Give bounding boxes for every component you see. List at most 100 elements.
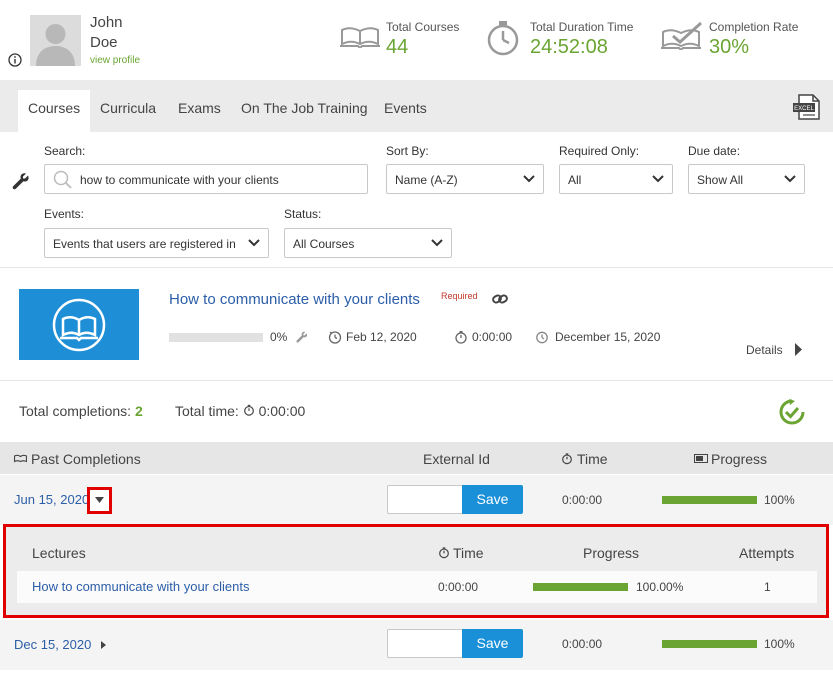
- stat-value: 44: [386, 36, 409, 58]
- external-id-input[interactable]: [387, 485, 463, 514]
- completion-progress-text: 100%: [764, 493, 795, 507]
- progress-header: Progress: [711, 451, 768, 467]
- search-input[interactable]: how to communicate with your clients: [44, 164, 368, 194]
- completion-date-link[interactable]: Jun 15, 2020: [14, 492, 89, 507]
- book-icon: [14, 454, 27, 463]
- link-icon[interactable]: [492, 293, 508, 308]
- book-icon: [340, 22, 380, 51]
- tabs-bar: Courses Curricula Exams On The Job Train…: [0, 80, 833, 132]
- details-link[interactable]: Details: [746, 343, 802, 357]
- course-card: How to communicate with your clients Req…: [0, 269, 833, 381]
- search-icon: [53, 170, 72, 189]
- course-duration: 0:00:00: [472, 330, 513, 344]
- events-label: Events:: [44, 207, 85, 221]
- svg-text:EXCEL: EXCEL: [794, 106, 814, 112]
- info-icon[interactable]: [8, 53, 22, 67]
- tab-events[interactable]: Events: [374, 90, 437, 132]
- due-date-label: Due date:: [688, 144, 741, 158]
- stopwatch-icon: [439, 547, 449, 559]
- total-completions: Total completions: 2: [19, 403, 143, 419]
- completion-progress-bar: [662, 640, 757, 648]
- refresh-check-icon[interactable]: [779, 399, 805, 428]
- past-completion-row: Dec 15, 2020 Save 0:00:00 100%: [0, 620, 833, 670]
- tab-on-the-job-training[interactable]: On The Job Training: [231, 90, 378, 132]
- lecture-title-link[interactable]: How to communicate with your clients: [32, 579, 249, 594]
- wrench-icon: [296, 331, 308, 343]
- tab-courses[interactable]: Courses: [18, 90, 91, 132]
- total-time-label: Total time:: [175, 403, 239, 419]
- completion-progress-bar: [662, 496, 757, 504]
- completions-summary: Total completions: 2 Total time: 0:00:00: [0, 381, 833, 441]
- due-date-select[interactable]: Show All: [688, 164, 805, 194]
- stopwatch-icon: [455, 331, 467, 344]
- course-thumbnail[interactable]: [19, 289, 139, 360]
- lecture-row: How to communicate with your clients 0:0…: [17, 571, 817, 603]
- search-label: Search:: [44, 144, 86, 158]
- details-label: Details: [746, 343, 783, 357]
- events-value: Events that users are registered in: [53, 237, 236, 251]
- caret-right-icon: [100, 641, 106, 649]
- view-profile-link[interactable]: view profile: [90, 55, 140, 66]
- course-title-link[interactable]: How to communicate with your clients: [169, 291, 420, 308]
- clock-icon: [328, 331, 342, 344]
- sort-label: Sort By:: [386, 144, 429, 158]
- open-book-icon: [52, 298, 106, 352]
- stat-value: 24:52:08: [530, 36, 608, 58]
- required-value: All: [568, 173, 582, 187]
- status-label: Status:: [284, 207, 322, 221]
- external-id-header: External Id: [423, 451, 490, 467]
- lecture-progress-bar: [533, 583, 628, 591]
- caret-down-icon: [95, 497, 104, 503]
- tab-curricula[interactable]: Curricula: [90, 90, 166, 132]
- excel-export-icon[interactable]: EXCEL: [793, 94, 821, 123]
- lectures-progress-header: Progress: [583, 545, 640, 561]
- wrench-icon[interactable]: [12, 172, 30, 193]
- external-id-input[interactable]: [387, 629, 463, 658]
- avatar: [30, 15, 81, 66]
- required-select[interactable]: All: [559, 164, 673, 194]
- stat-value: 30%: [709, 36, 750, 58]
- lecture-time: 0:00:00: [438, 580, 479, 594]
- completion-date: Dec 15, 2020: [14, 637, 92, 652]
- due-date-value: Show All: [697, 173, 744, 187]
- past-completions-header: Past Completions External Id Time Progre…: [0, 442, 833, 474]
- events-select[interactable]: Events that users are registered in: [44, 228, 269, 258]
- save-button[interactable]: Save: [462, 629, 523, 658]
- completion-time: 0:00:00: [562, 637, 603, 651]
- sort-value: Name (A-Z): [395, 173, 458, 187]
- lectures-panel: Lectures Time Progress Attempts How to c…: [3, 524, 829, 618]
- tab-exams[interactable]: Exams: [168, 90, 231, 132]
- status-value: All Courses: [293, 237, 355, 251]
- lectures-header: Lectures Time Progress Attempts: [17, 536, 817, 570]
- chevron-right-icon: [795, 343, 802, 356]
- chevron-down-icon: [652, 175, 664, 183]
- chevron-down-icon: [431, 239, 443, 247]
- book-check-icon: [661, 21, 703, 53]
- status-select[interactable]: All Courses: [284, 228, 452, 258]
- completion-time: 0:00:00: [562, 493, 603, 507]
- filters-panel: Search: how to communicate with your cli…: [0, 132, 833, 268]
- total-time: Total time: 0:00:00: [175, 403, 305, 419]
- lectures-title-header: Lectures: [32, 545, 86, 561]
- stopwatch-icon: [243, 404, 254, 416]
- past-completions-title: Past Completions: [31, 451, 141, 467]
- required-badge: Required: [441, 291, 478, 301]
- user-first-name: John: [90, 14, 123, 31]
- required-label: Required Only:: [559, 144, 640, 158]
- save-button[interactable]: Save: [462, 485, 523, 514]
- alarm-clock-icon: [536, 331, 548, 344]
- lectures-time-header: Time: [453, 545, 484, 561]
- lecture-attempts: 1: [764, 580, 771, 594]
- stopwatch-icon: [562, 453, 572, 465]
- profile-header: John Doe view profile Total Courses 44 T…: [0, 0, 833, 80]
- total-completions-label: Total completions:: [19, 403, 132, 419]
- stat-label: Completion Rate: [709, 20, 799, 34]
- stopwatch-icon: [486, 20, 520, 59]
- course-due-date: December 15, 2020: [555, 330, 661, 344]
- sort-select[interactable]: Name (A-Z): [386, 164, 544, 194]
- chevron-down-icon: [523, 175, 535, 183]
- past-completion-row: Jun 15, 2020 Save 0:00:00 100%: [0, 475, 833, 525]
- time-header: Time: [577, 451, 608, 467]
- completion-date-link[interactable]: Dec 15, 2020: [14, 637, 106, 652]
- expand-dropdown-button[interactable]: [87, 487, 112, 514]
